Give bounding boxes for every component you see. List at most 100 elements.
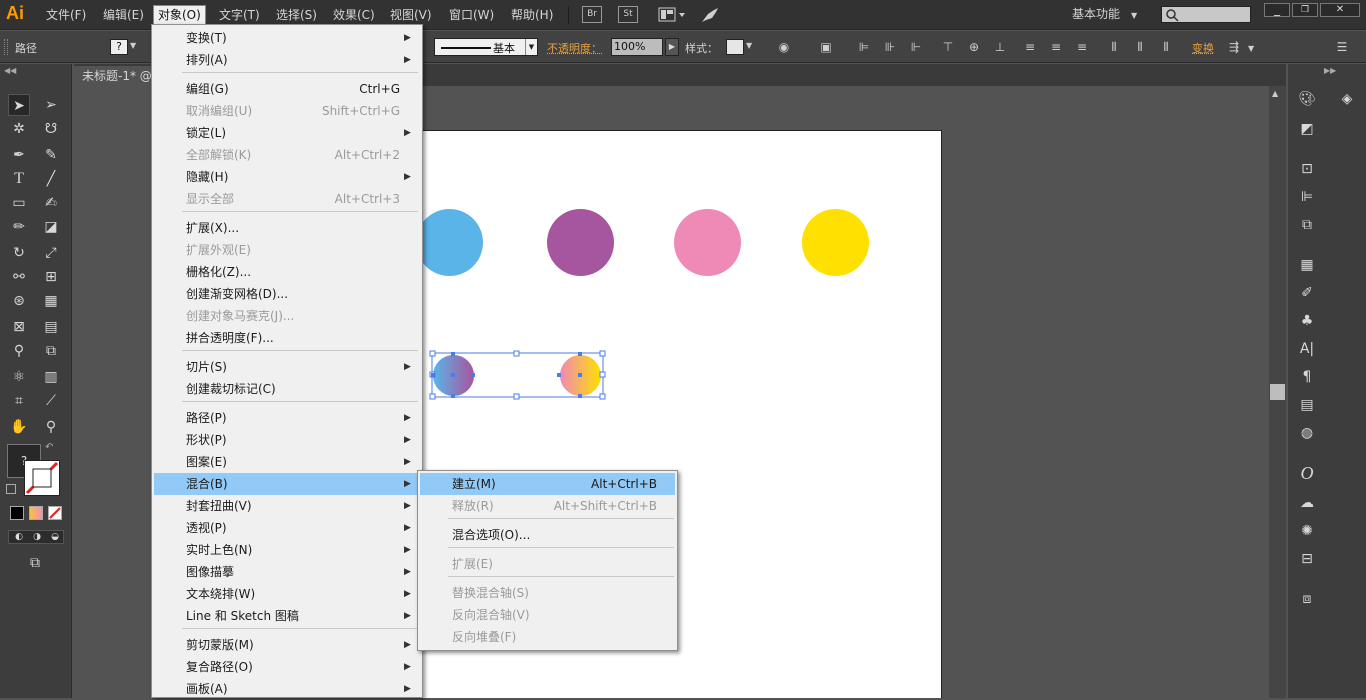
curvature-tool-icon[interactable]: ✎	[40, 144, 62, 166]
column-graph-tool-icon[interactable]: ▥	[40, 366, 62, 388]
color-panel-icon[interactable]: ◩	[1296, 118, 1318, 140]
symbol-sprayer-tool-icon[interactable]: ⚛	[8, 366, 30, 388]
object-menu-item[interactable]: 图案(E) ▶	[154, 451, 420, 473]
panel-menu-icon[interactable]: ☰	[1334, 39, 1350, 55]
magic-wand-tool-icon[interactable]: ✲	[8, 118, 30, 140]
align-bottom-icon[interactable]: ⊥	[992, 39, 1008, 55]
object-menu-item[interactable]: 实时上色(N) ▶	[154, 539, 420, 561]
circle-pink[interactable]	[674, 209, 741, 276]
free-transform-tool-icon[interactable]: ⊞	[40, 266, 62, 288]
distribute-top-icon[interactable]: ≡	[1022, 39, 1038, 55]
draw-normal-icon[interactable]: ◐	[11, 532, 27, 542]
chevron-down-icon[interactable]: ▼	[525, 39, 537, 55]
perspective-grid-tool-icon[interactable]: ▦	[40, 290, 62, 312]
circle-yellow[interactable]	[802, 209, 869, 276]
swatches-icon[interactable]: ▦	[1296, 254, 1318, 276]
blend-tool-icon[interactable]: ⧉	[40, 340, 62, 362]
document-tab[interactable]: 未标题-1* @	[74, 66, 160, 86]
object-menu-item[interactable]: 混合(B) ▶	[154, 473, 420, 495]
stroke-color-swatch[interactable]	[24, 460, 60, 496]
align-left-icon[interactable]: ⊫	[856, 39, 872, 55]
hand-tool-icon[interactable]: ✋	[8, 416, 30, 438]
color-mode-button[interactable]	[10, 506, 24, 520]
opacity-input[interactable]: 100%	[611, 38, 663, 56]
fill-swatch[interactable]: ?	[110, 39, 128, 55]
object-menu-item[interactable]: 切片(S) ▶	[154, 356, 420, 378]
selection-tool-icon[interactable]: ➤	[8, 94, 30, 116]
menu-effect[interactable]: 效果(C)	[329, 6, 379, 24]
object-menu-item[interactable]: 扩展(X)...	[154, 217, 420, 239]
align-right-icon[interactable]: ⊩	[908, 39, 924, 55]
graphic-style-swatch[interactable]	[726, 39, 744, 55]
menu-view[interactable]: 视图(V)	[386, 6, 436, 24]
object-menu-item[interactable]: 编组(G) Ctrl+G	[154, 78, 420, 100]
pathfinder-icon[interactable]: ⧉	[1296, 214, 1318, 236]
mesh-tool-icon[interactable]: ⊠	[8, 316, 30, 338]
menu-window[interactable]: 窗口(W)	[445, 6, 498, 24]
collapse-icon[interactable]: ◀◀	[4, 66, 16, 75]
object-menu-item[interactable]: 形状(P) ▶	[154, 429, 420, 451]
object-menu-item[interactable]: 排列(A) ▶	[154, 49, 420, 71]
character-icon[interactable]: A|	[1296, 338, 1318, 360]
chevron-down-icon[interactable]: ▼	[746, 41, 752, 50]
restore-button[interactable]: ❐	[1292, 3, 1318, 17]
circle-blue[interactable]	[416, 209, 483, 276]
object-menu-item[interactable]: 封套扭曲(V) ▶	[154, 495, 420, 517]
object-menu-item[interactable]: 图像描摹 ▶	[154, 561, 420, 583]
menu-help[interactable]: 帮助(H)	[507, 6, 557, 24]
grip-handle[interactable]	[4, 39, 8, 55]
draw-behind-icon[interactable]: ◑	[29, 532, 45, 542]
object-menu-item[interactable]: 创建渐变网格(D)...	[154, 283, 420, 305]
transform-link[interactable]: 变换	[1192, 40, 1214, 56]
chevron-down-icon[interactable]: ▼	[130, 41, 136, 50]
scrollbar-thumb[interactable]	[1270, 384, 1285, 400]
object-menu-item[interactable]: 画板(A) ▶	[154, 678, 420, 700]
align-panel-icon[interactable]: ⊫	[1296, 186, 1318, 208]
align-to-icon[interactable]: ▣	[818, 39, 834, 55]
none-mode-button[interactable]	[48, 506, 62, 520]
align-center-h-icon[interactable]: ⊪	[882, 39, 898, 55]
object-menu-item[interactable]: 隐藏(H) ▶	[154, 166, 420, 188]
scroll-up-icon[interactable]: ▲	[1272, 89, 1278, 98]
stock-icon[interactable]: St	[618, 6, 638, 23]
eyedropper-tool-icon[interactable]: ⚲	[8, 340, 30, 362]
draw-inside-icon[interactable]: ◒	[47, 532, 63, 542]
object-menu-item[interactable]: 透视(P) ▶	[154, 517, 420, 539]
screen-mode-icon[interactable]: ⧉	[24, 552, 46, 574]
object-menu-item[interactable]: 文本绕排(W) ▶	[154, 583, 420, 605]
object-menu-item[interactable]: 锁定(L) ▶	[154, 122, 420, 144]
distribute-bottom-icon[interactable]: ≡	[1074, 39, 1090, 55]
isolate-icon[interactable]: ⇶	[1226, 39, 1242, 55]
object-menu-item[interactable]: 剪切蒙版(M) ▶	[154, 634, 420, 656]
asset-export-icon[interactable]: ⊟	[1296, 548, 1318, 570]
gpu-performance-icon[interactable]	[700, 6, 720, 24]
object-menu-item[interactable]: Line 和 Sketch 图稿 ▶	[154, 605, 420, 627]
eraser-tool-icon[interactable]: ◪	[40, 216, 62, 238]
object-menu-item[interactable]: 变换(T) ▶	[154, 27, 420, 49]
object-menu-item[interactable]: 复合路径(O) ▶	[154, 656, 420, 678]
object-menu-item[interactable]: 创建裁切标记(C)	[154, 378, 420, 400]
paintbrush-tool-icon[interactable]: ✍	[40, 192, 62, 214]
distribute-left-icon[interactable]: ⫴	[1106, 39, 1122, 55]
layers-icon[interactable]: ◈	[1336, 88, 1358, 110]
pencil-tool-icon[interactable]: ✏	[8, 216, 30, 238]
rotate-tool-icon[interactable]: ↻	[8, 242, 30, 264]
menu-file[interactable]: 文件(F)	[42, 6, 90, 24]
type-tool-icon[interactable]: T	[8, 168, 30, 190]
gradient-mode-button[interactable]	[29, 506, 43, 520]
menu-type[interactable]: 文字(T)	[215, 6, 264, 24]
distribute-hcenter-icon[interactable]: ⫴	[1132, 39, 1148, 55]
menu-edit[interactable]: 编辑(E)	[99, 6, 148, 24]
brushes-icon[interactable]: ✐	[1296, 282, 1318, 304]
object-menu-item[interactable]: 栅格化(Z)...	[154, 261, 420, 283]
creative-cloud-icon[interactable]: ☁	[1296, 492, 1318, 514]
pen-tool-icon[interactable]: ✒	[8, 144, 30, 166]
menu-select[interactable]: 选择(S)	[272, 6, 321, 24]
rectangle-tool-icon[interactable]: ▭	[8, 192, 30, 214]
circle-purple[interactable]	[547, 209, 614, 276]
opentype-icon[interactable]: O	[1296, 462, 1318, 484]
width-tool-icon[interactable]: ⚯	[8, 266, 30, 288]
distribute-center-icon[interactable]: ≡	[1048, 39, 1064, 55]
arrange-documents-icon[interactable]	[658, 7, 686, 23]
artboards-panel-icon[interactable]: ⧈	[1296, 588, 1318, 610]
